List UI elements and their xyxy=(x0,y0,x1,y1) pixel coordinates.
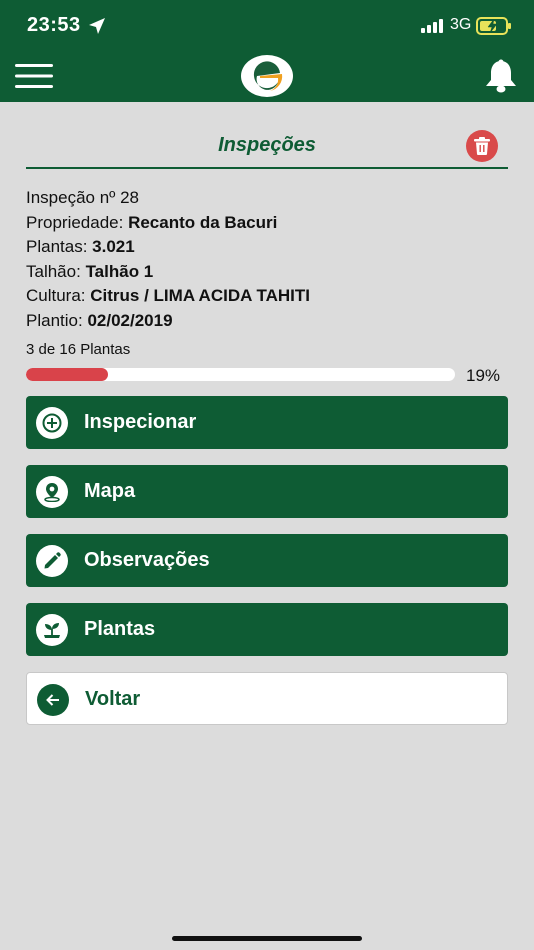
progress-bar xyxy=(26,368,455,381)
map-icon-badge xyxy=(36,476,68,508)
top-bar: 23:53 3G xyxy=(0,0,534,102)
property-value: Recanto da Bacuri xyxy=(128,212,278,232)
inspect-icon-badge xyxy=(36,407,68,439)
progress-bar-fill xyxy=(26,368,108,381)
inspect-label: Inspecionar xyxy=(84,411,197,433)
arrow-left-icon xyxy=(46,694,59,706)
planting-value: 02/02/2019 xyxy=(87,310,173,330)
property-row: Propriedade: Recanto da Bacuri xyxy=(26,213,508,238)
back-label: Voltar xyxy=(85,688,141,710)
crop-row: Cultura: Citrus / LIMA ACIDA TAHITI xyxy=(26,286,508,311)
app-logo xyxy=(241,55,293,97)
plants-label: Plantas: xyxy=(26,237,88,256)
home-indicator[interactable] xyxy=(172,936,362,941)
map-button[interactable]: Mapa xyxy=(26,465,508,518)
pencil-icon xyxy=(44,552,61,569)
plant-progress-count: 3 de 16 Plantas xyxy=(26,341,131,358)
status-time: 23:53 xyxy=(27,14,81,36)
map-label: Mapa xyxy=(84,480,136,502)
plants-row: Plantas: 3.021 xyxy=(26,237,508,262)
page-title: Inspeções xyxy=(218,134,316,156)
network-type: 3G xyxy=(450,16,472,33)
back-button[interactable]: Voltar xyxy=(26,672,508,725)
notes-label: Observações xyxy=(84,549,210,571)
property-label: Propriedade: xyxy=(26,212,124,232)
plot-value: Talhão 1 xyxy=(85,261,154,281)
crop-value: Citrus / LIMA ACIDA TAHITI xyxy=(90,286,310,305)
plants-value: 3.021 xyxy=(92,237,135,256)
crop-label: Cultura: xyxy=(26,286,86,305)
cellular-signal-icon xyxy=(421,19,443,33)
plants-icon-badge xyxy=(36,614,68,646)
page-heading: Inspeções xyxy=(26,124,508,168)
notes-button[interactable]: Observações xyxy=(26,534,508,587)
progress-percent: 19% xyxy=(466,366,501,385)
plot-label: Talhão: xyxy=(26,261,81,281)
back-icon-badge xyxy=(37,684,69,716)
plants-label: Plantas xyxy=(84,618,156,640)
planting-row: Plantio: 02/02/2019 xyxy=(26,311,508,336)
plus-circle-icon xyxy=(42,413,62,433)
seedling-icon xyxy=(44,623,60,638)
plants-button[interactable]: Plantas xyxy=(26,603,508,656)
bell-icon[interactable] xyxy=(483,59,519,93)
notes-icon-badge xyxy=(36,545,68,577)
delete-inspection-button[interactable] xyxy=(466,130,498,162)
hamburger-menu-icon[interactable] xyxy=(15,64,53,88)
battery-charging-icon xyxy=(476,17,511,35)
location-arrow-icon xyxy=(89,18,105,34)
inspect-button[interactable]: Inspecionar xyxy=(26,396,508,449)
map-pin-icon xyxy=(44,483,60,502)
inspection-details: Inspeção nº 28 Propriedade: Recanto da B… xyxy=(26,188,508,335)
plot-row: Talhão: Talhão 1 xyxy=(26,262,508,287)
inspection-number: Inspeção nº 28 xyxy=(26,188,140,207)
trash-icon xyxy=(474,137,490,155)
planting-label: Plantio: xyxy=(26,310,83,330)
heading-divider xyxy=(26,167,508,169)
